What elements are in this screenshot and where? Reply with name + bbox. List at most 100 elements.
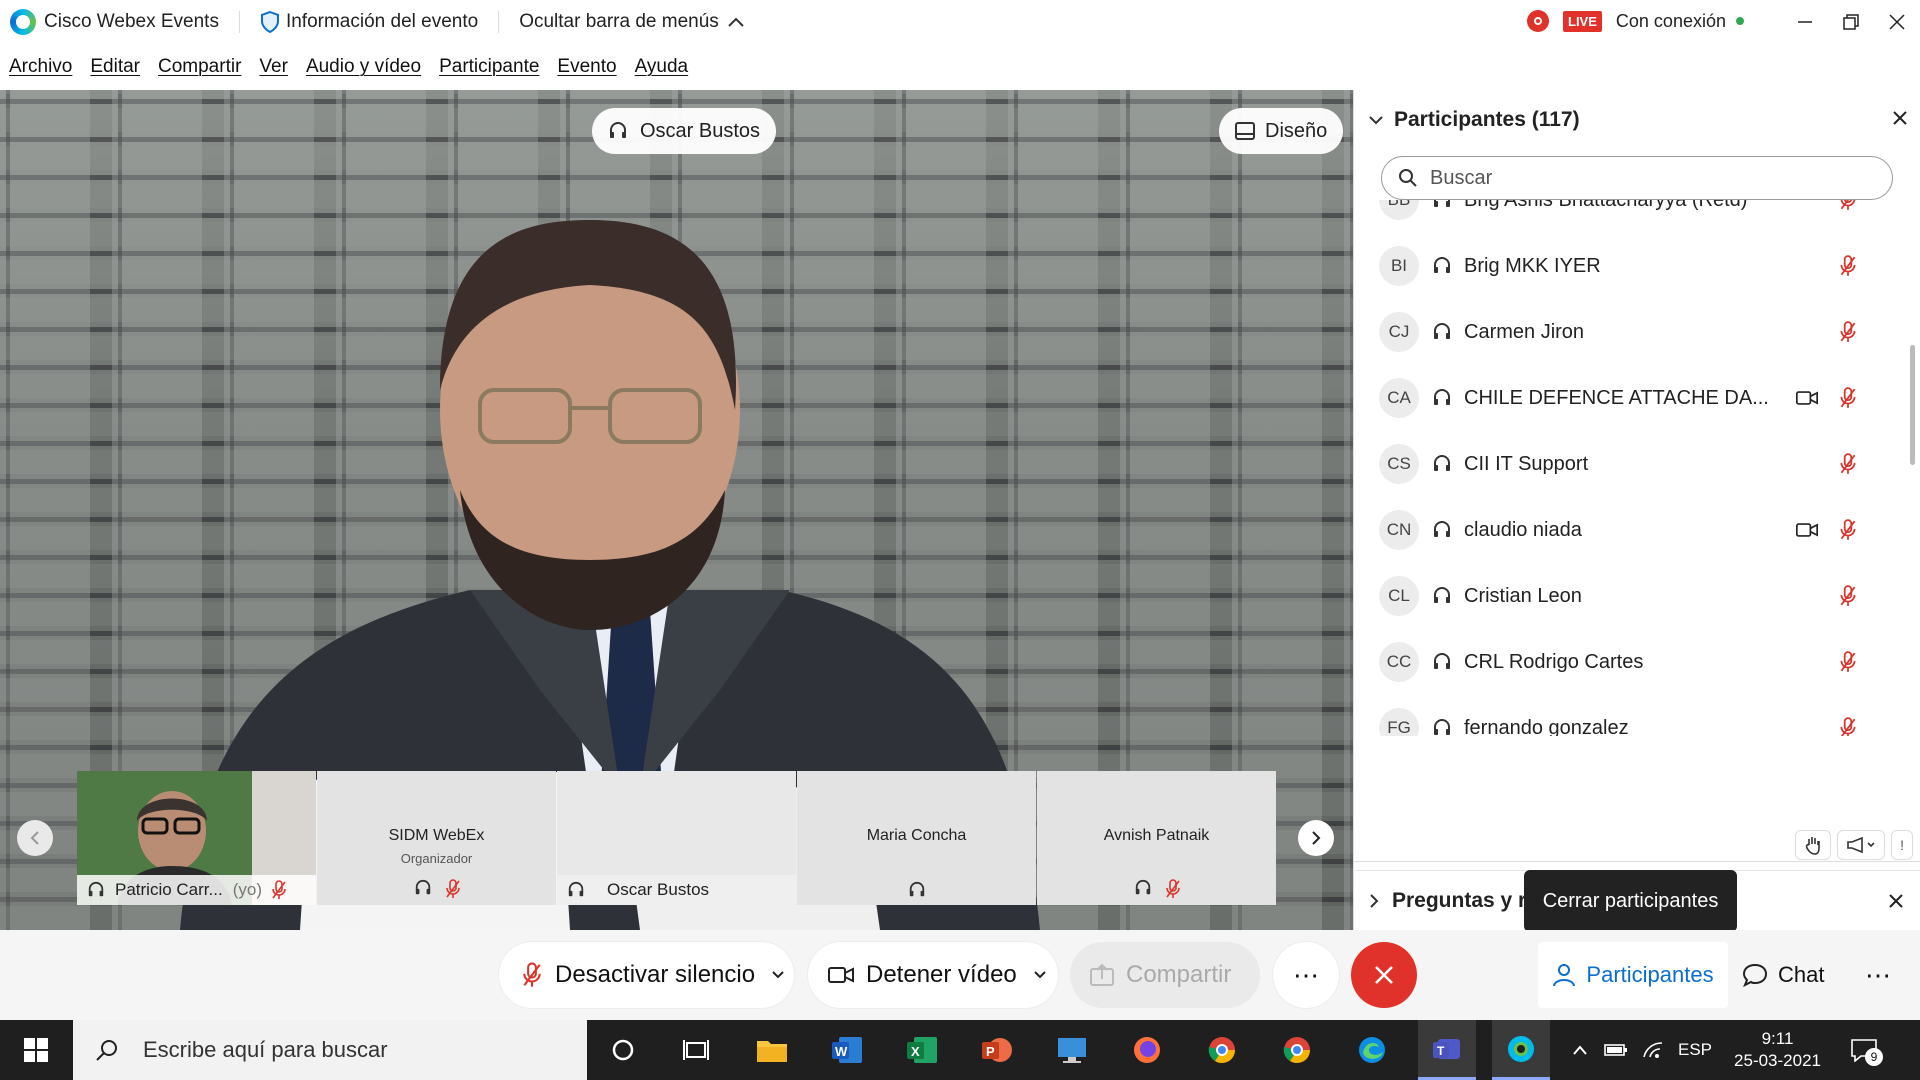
thumbnail-self[interactable]: Patricio Carr... (yo)	[77, 771, 316, 905]
share-label: Compartir	[1126, 961, 1232, 988]
taskbar-webex[interactable]	[1492, 1020, 1550, 1080]
start-button[interactable]	[14, 1028, 58, 1072]
participant-mic[interactable]	[1840, 651, 1856, 673]
menu-ayuda[interactable]: Ayuda	[635, 56, 689, 78]
hide-menu-label: Ocultar barra de menús	[519, 11, 719, 32]
participants-toggle-button[interactable]: Participantes	[1538, 942, 1728, 1008]
unmute-button[interactable]: Desactivar silencio	[499, 942, 794, 1008]
menu-participante[interactable]: Participante	[439, 56, 539, 78]
participant-row[interactable]: FG fernando gonzalez	[1354, 695, 1920, 736]
chevron-down-icon[interactable]	[771, 970, 785, 980]
participant-row[interactable]: BI Brig MKK IYER	[1354, 233, 1920, 299]
participant-list-scrollbar[interactable]	[1910, 345, 1915, 465]
hide-menu-bar-button[interactable]: Ocultar barra de menús	[519, 11, 745, 33]
qa-title: Preguntas y re	[1392, 888, 1538, 912]
participant-audio	[1432, 586, 1452, 606]
thumbnails-next-button[interactable]	[1298, 820, 1334, 856]
share-screen-icon	[1090, 964, 1114, 986]
menu-evento[interactable]: Evento	[557, 56, 616, 78]
wifi-icon[interactable]	[1642, 1041, 1664, 1059]
layout-button[interactable]: Diseño	[1219, 108, 1344, 154]
chevron-down-icon[interactable]	[1033, 970, 1047, 980]
chevron-up-icon[interactable]	[1572, 1044, 1588, 1056]
menu-archivo[interactable]: Archivo	[9, 56, 72, 78]
participants-header[interactable]: Participantes (117)	[1368, 108, 1580, 132]
headset-icon	[1434, 653, 1450, 669]
event-info-button[interactable]: Información del evento	[260, 11, 478, 33]
taskbar-chrome[interactable]	[1275, 1028, 1319, 1072]
minimize-button[interactable]	[1782, 0, 1828, 44]
participant-actions: !	[1354, 828, 1920, 862]
participant-name: CRL Rodrigo Cartes	[1464, 650, 1644, 673]
participant-mic[interactable]	[1840, 387, 1856, 409]
more-options-button[interactable]: ⋯	[1273, 942, 1339, 1008]
more-actions-button[interactable]: !	[1891, 829, 1913, 860]
taskbar-excel[interactable]: X	[900, 1028, 944, 1072]
connection-status: Con conexión	[1615, 10, 1726, 31]
participant-row[interactable]: CS CII IT Support	[1354, 431, 1920, 497]
participant-row[interactable]: CA CHILE DEFENCE ATTACHE DA...	[1354, 365, 1920, 431]
webex-icon	[1508, 1035, 1534, 1062]
video-camera-icon	[828, 967, 854, 983]
share-button[interactable]: Compartir	[1070, 942, 1260, 1008]
participant-mic[interactable]	[1840, 717, 1856, 736]
cortana-button[interactable]	[601, 1028, 645, 1072]
taskbar-file-explorer[interactable]	[750, 1028, 794, 1072]
menu-compartir[interactable]: Compartir	[158, 56, 241, 78]
taskbar-powerpoint[interactable]: P	[975, 1028, 1019, 1072]
raise-hand-button[interactable]	[1795, 829, 1832, 860]
taskbar-edge[interactable]	[1350, 1028, 1394, 1072]
menu-audio-video[interactable]: Audio y vídeo	[306, 56, 421, 78]
participant-mic[interactable]	[1840, 321, 1856, 343]
participant-mic[interactable]	[1840, 255, 1856, 277]
announce-button[interactable]	[1837, 829, 1886, 860]
end-call-button[interactable]	[1351, 942, 1417, 1008]
taskbar-teams[interactable]: T	[1418, 1020, 1476, 1080]
participant-row[interactable]: CN claudio niada	[1354, 497, 1920, 563]
participant-mic[interactable]	[1840, 453, 1856, 475]
clock[interactable]: 9:11 25-03-2021	[1734, 1028, 1821, 1072]
taskbar-remote-desktop[interactable]	[1050, 1028, 1094, 1072]
participant-row[interactable]: BB Brig Ashis Bhattacharyya (Retd)	[1354, 200, 1920, 233]
title-divider	[238, 11, 240, 33]
participant-row[interactable]: CJ Carmen Jiron	[1354, 299, 1920, 365]
thumbnail-maria-concha[interactable]: Maria Concha	[797, 771, 1036, 905]
teams-icon: T	[1433, 1038, 1460, 1059]
taskbar-firefox[interactable]	[1125, 1028, 1169, 1072]
close-window-button[interactable]	[1874, 0, 1920, 44]
menu-editar[interactable]: Editar	[90, 56, 140, 78]
participant-search-input[interactable]: Buscar	[1381, 156, 1893, 200]
notifications-button[interactable]: 9	[1851, 1038, 1883, 1066]
thumbnail-icons	[797, 881, 1036, 899]
taskbar-chrome-profile[interactable]	[1200, 1028, 1244, 1072]
restore-button[interactable]	[1828, 0, 1874, 44]
taskbar-search-input[interactable]: Escribe aquí para buscar	[73, 1020, 587, 1080]
panel-more-button[interactable]: ⋯	[1858, 942, 1898, 1008]
taskbar-word[interactable]: W	[825, 1028, 869, 1072]
menu-ver[interactable]: Ver	[259, 56, 288, 78]
thumbnail-sidm-webex[interactable]: SIDM WebEx Organizador	[317, 771, 556, 905]
participant-mic[interactable]	[1840, 519, 1856, 541]
restore-icon	[1843, 14, 1859, 30]
stop-video-button[interactable]: Detener vídeo	[808, 942, 1058, 1008]
battery-icon[interactable]	[1604, 1043, 1628, 1057]
chat-button[interactable]: Chat	[1742, 942, 1832, 1008]
thumbnails-prev-button[interactable]	[17, 820, 53, 856]
clock-time: 9:11	[1761, 1029, 1794, 1048]
participant-name: Brig Ashis Bhattacharyya (Retd)	[1464, 200, 1747, 212]
close-qa-button[interactable]	[1888, 893, 1904, 909]
shield-icon	[260, 11, 279, 33]
participant-row[interactable]: CC CRL Rodrigo Cartes	[1354, 629, 1920, 695]
language-indicator[interactable]: ESP	[1678, 1040, 1712, 1060]
thumbnail-oscar-bustos[interactable]: Oscar Bustos	[557, 771, 796, 905]
close-icon	[1889, 894, 1903, 908]
participant-row[interactable]: CL Cristian Leon	[1354, 563, 1920, 629]
word-icon: W	[832, 1037, 862, 1063]
close-participants-button[interactable]	[1892, 110, 1908, 126]
task-view-button[interactable]	[674, 1028, 718, 1072]
thumbnail-avnish-patnaik[interactable]: Avnish Patnaik	[1037, 771, 1276, 905]
participant-audio	[1432, 454, 1452, 474]
live-badge: LIVE	[1563, 10, 1602, 32]
participant-mic[interactable]	[1840, 200, 1856, 211]
participant-mic[interactable]	[1840, 585, 1856, 607]
